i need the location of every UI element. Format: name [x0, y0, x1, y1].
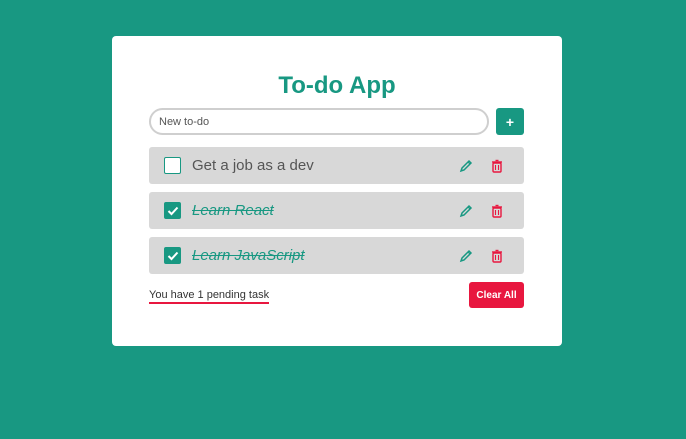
todo-item: Learn React	[149, 192, 524, 229]
todo-card: To-do App + Get a job as a dev Learn Rea…	[112, 36, 562, 346]
pencil-icon[interactable]	[459, 204, 473, 218]
todo-checkbox[interactable]	[164, 247, 181, 264]
todo-item: Get a job as a dev	[149, 147, 524, 184]
trash-icon[interactable]	[490, 249, 504, 263]
app-title: To-do App	[278, 72, 396, 99]
check-icon	[167, 251, 179, 261]
todo-text: Learn JavaScript	[192, 247, 305, 264]
pending-task-count: You have 1 pending task	[149, 289, 270, 304]
trash-icon[interactable]	[490, 159, 504, 173]
add-todo-button[interactable]: +	[496, 108, 524, 135]
todo-checkbox[interactable]	[164, 157, 181, 174]
todo-text: Learn React	[192, 202, 274, 219]
check-icon	[167, 206, 179, 216]
todo-text: Get a job as a dev	[192, 157, 314, 174]
new-todo-input[interactable]	[149, 108, 489, 135]
trash-icon[interactable]	[490, 204, 504, 218]
pencil-icon[interactable]	[459, 159, 473, 173]
pencil-icon[interactable]	[459, 249, 473, 263]
todo-checkbox[interactable]	[164, 202, 181, 219]
todo-item: Learn JavaScript	[149, 237, 524, 274]
clear-all-button[interactable]: Clear All	[469, 282, 524, 308]
